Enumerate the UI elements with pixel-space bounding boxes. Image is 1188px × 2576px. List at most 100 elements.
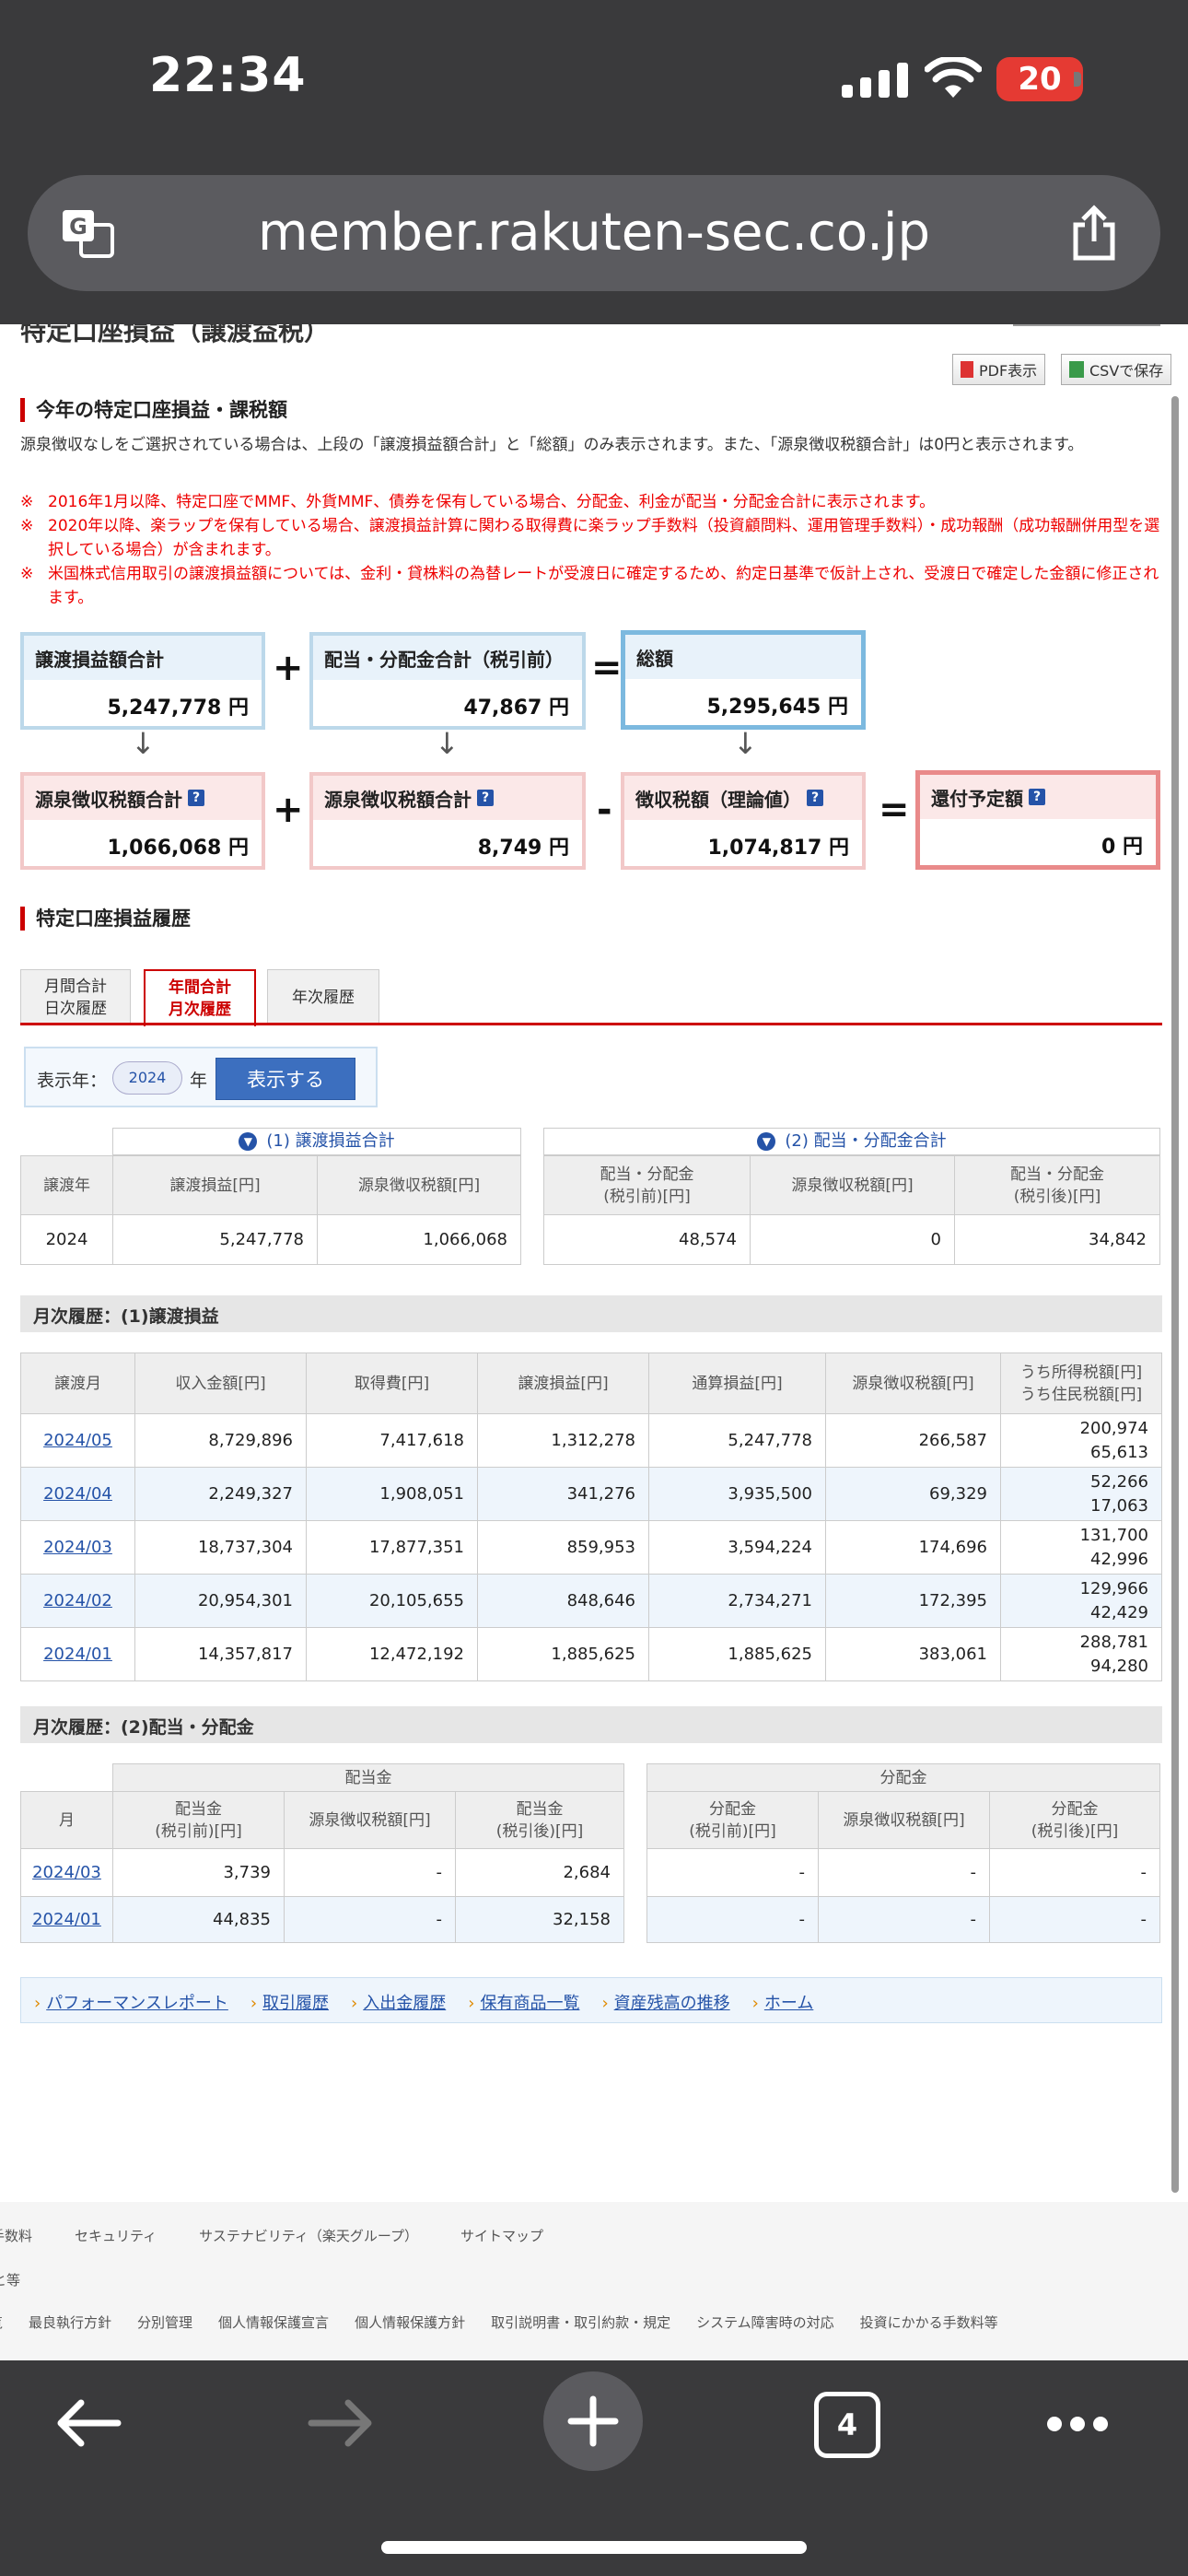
distribution-group-header: 分配金: [646, 1763, 1160, 1792]
month-link[interactable]: 2024/01: [20, 1627, 135, 1681]
footer-link[interactable]: 覧: [0, 2313, 3, 2332]
transfer-total-box: 譲渡損益額合計 5,247,778 円: [20, 632, 265, 730]
tab-monthly-daily[interactable]: 月間合計 日次履歴: [20, 969, 131, 1025]
month-link[interactable]: 2024/04: [20, 1467, 135, 1521]
transfer-total-value: 5,247,778 円: [24, 680, 262, 726]
red-note-3: ※ 米国株式信用取引の譲渡損益額については、金利・貸株料の為替レートが受渡日に確定…: [20, 565, 1159, 607]
tab-annual-monthly[interactable]: 年間合計 月次履歴: [144, 969, 256, 1026]
translate-icon[interactable]: G: [59, 206, 116, 260]
link-deposit-history[interactable]: 入出金履歴: [351, 1990, 446, 2013]
footer-link[interactable]: 投資にかかる手数料等: [860, 2313, 998, 2332]
footer-link[interactable]: 個人情報保護宣言: [218, 2313, 329, 2332]
year-dropdown[interactable]: 2024: [112, 1061, 182, 1095]
table-row: 2024/01 14,357,817 12,472,192 1,885,625 1,88…: [20, 1627, 1162, 1681]
withholding-note: 源泉徴収なしをご選択されている場合は、上段の「譲渡損益額合計」と「総額」のみ表示…: [20, 436, 1084, 454]
page-title: 特定口座損益（譲渡益税）: [20, 324, 331, 346]
monthly-dividend-heading: 月次履歴：(2)配当・分配金: [20, 1706, 1162, 1743]
footer-link[interactable]: 個人情報保護方針: [355, 2313, 465, 2332]
footer-link[interactable]: 最良執行方針: [29, 2313, 111, 2332]
site-footer: 手数料 セキュリティ サステナビリティ（楽天グループ） サイトマップ と等 覧 …: [0, 2202, 1188, 2364]
footer-link[interactable]: サイトマップ: [460, 2226, 543, 2245]
caption-dividend-total: ▼ (2) 配当・分配金合計: [543, 1128, 1160, 1155]
annual-dividend-table: 配当・分配金 (税引前)[円] 源泉徴収税額[円] 配当・分配金 (税引後)[円…: [543, 1155, 1160, 1265]
link-holdings[interactable]: 保有商品一覧: [468, 1990, 579, 2013]
footer-link[interactable]: 手数料: [0, 2226, 32, 2245]
chevron-down-icon: ▼: [239, 1132, 258, 1151]
pdf-icon: [961, 361, 973, 378]
down-arrow: ↓: [435, 726, 460, 761]
month-link[interactable]: 2024/03: [20, 1848, 113, 1897]
grand-total-value: 5,295,645 円: [625, 679, 861, 725]
help-icon[interactable]: ?: [1029, 789, 1045, 805]
table-row: 2024/03 3,739-2,684: [20, 1848, 624, 1897]
new-tab-button[interactable]: [543, 2371, 643, 2471]
table-row: ---: [646, 1896, 1160, 1943]
battery-indicator: 20: [996, 57, 1083, 101]
share-icon[interactable]: [1068, 205, 1120, 263]
show-button[interactable]: 表示する: [215, 1058, 355, 1100]
dividend-group-header: 配当金: [112, 1763, 624, 1792]
month-link[interactable]: 2024/03: [20, 1520, 135, 1575]
grand-total-box: 総額 5,295,645 円: [621, 630, 866, 730]
month-link[interactable]: 2024/05: [20, 1413, 135, 1468]
equals-operator: =: [879, 789, 910, 831]
table-row: 2024/02 20,954,301 20,105,655 848,646 2,734,…: [20, 1574, 1162, 1628]
minus-operator: -: [597, 789, 612, 831]
table-row: 2024/04 2,249,327 1,908,051 341,276 3,935,50…: [20, 1467, 1162, 1521]
more-icon[interactable]: [1046, 2416, 1109, 2432]
help-icon[interactable]: ?: [807, 790, 823, 806]
table-row: 48,574 0 34,842: [543, 1214, 1160, 1265]
month-link[interactable]: 2024/02: [20, 1574, 135, 1628]
url-text[interactable]: member.rakuten-sec.co.jp: [28, 203, 1160, 263]
down-arrow: ↓: [733, 726, 758, 761]
chevron-down-icon: ▼: [757, 1132, 776, 1151]
tab-underline: [20, 1023, 1162, 1025]
withholding-total-box: 源泉徴収税額合計? 1,066,068 円: [20, 772, 265, 870]
status-and-url-bar: 22:34 20 member.rakuten-sec.co.jp G: [0, 0, 1188, 324]
battery-tip: [1074, 72, 1081, 87]
table-row: 2024/05 8,729,896 7,417,618 1,312,278 5,247,…: [20, 1413, 1162, 1468]
refund-value: 0 円: [920, 819, 1156, 865]
dividend-total-value: 47,867 円: [313, 680, 582, 726]
csv-icon: [1069, 361, 1084, 378]
plus-operator: +: [273, 789, 304, 831]
footer-link[interactable]: 取引説明書・取引約款・規定: [491, 2313, 670, 2332]
svg-text:G: G: [69, 214, 87, 240]
cellular-signal-icon: [842, 63, 908, 98]
footer-link[interactable]: 分別管理: [137, 2313, 192, 2332]
link-home[interactable]: ホーム: [752, 1990, 813, 2013]
link-trade-history[interactable]: 取引履歴: [250, 1990, 329, 2013]
footer-link[interactable]: セキュリティ: [75, 2226, 157, 2245]
plus-icon: [567, 2395, 619, 2447]
quick-links: パフォーマンスレポート 取引履歴 入出金履歴 保有商品一覧 資産残高の推移 ホー…: [20, 1977, 1162, 2023]
pdf-button[interactable]: PDF表示: [952, 354, 1046, 385]
footer-link[interactable]: サステナビリティ（楽天グループ）: [199, 2226, 418, 2245]
link-asset-trend[interactable]: 資産残高の推移: [601, 1990, 730, 2013]
refund-box: 還付予定額? 0 円: [915, 770, 1160, 870]
monthly-transfer-table: 譲渡月 収入金額[円] 取得費[円] 譲渡損益[円] 通算損益[円] 源泉徴収税…: [20, 1352, 1162, 1681]
title-underline: [1013, 324, 1160, 330]
section-title-history: 特定口座損益履歴: [20, 907, 191, 931]
month-link[interactable]: 2024/01: [20, 1896, 113, 1943]
table-row: 2024 5,247,778 1,066,068: [20, 1214, 521, 1265]
tab-yearly[interactable]: 年次履歴: [267, 969, 379, 1025]
link-performance-report[interactable]: パフォーマンスレポート: [34, 1990, 228, 2013]
help-icon[interactable]: ?: [188, 790, 204, 806]
history-tabs: 月間合計 日次履歴 年間合計 月次履歴 年次履歴: [20, 969, 1162, 1026]
help-icon[interactable]: ?: [477, 790, 494, 806]
back-icon[interactable]: [53, 2397, 122, 2449]
wifi-icon: [925, 57, 982, 98]
tabs-button[interactable]: 4: [814, 2392, 880, 2458]
footer-link[interactable]: システム障害時の対応: [696, 2313, 834, 2332]
equals-operator: =: [591, 647, 623, 689]
table-row: 2024/03 18,737,304 17,877,351 859,953 3,594,…: [20, 1520, 1162, 1575]
dividend-withholding-value: 8,749 円: [313, 820, 582, 866]
forward-icon[interactable]: [308, 2397, 376, 2449]
year-selector: 表示年： 2024 年 表示する: [24, 1047, 378, 1107]
down-arrow: ↓: [131, 726, 156, 761]
scrollbar[interactable]: [1171, 396, 1179, 2193]
address-bar[interactable]: member.rakuten-sec.co.jp: [28, 175, 1160, 291]
theoretical-tax-value: 1,074,817 円: [624, 820, 862, 866]
csv-button[interactable]: CSVで保存: [1061, 354, 1172, 385]
home-indicator: [381, 2541, 807, 2554]
